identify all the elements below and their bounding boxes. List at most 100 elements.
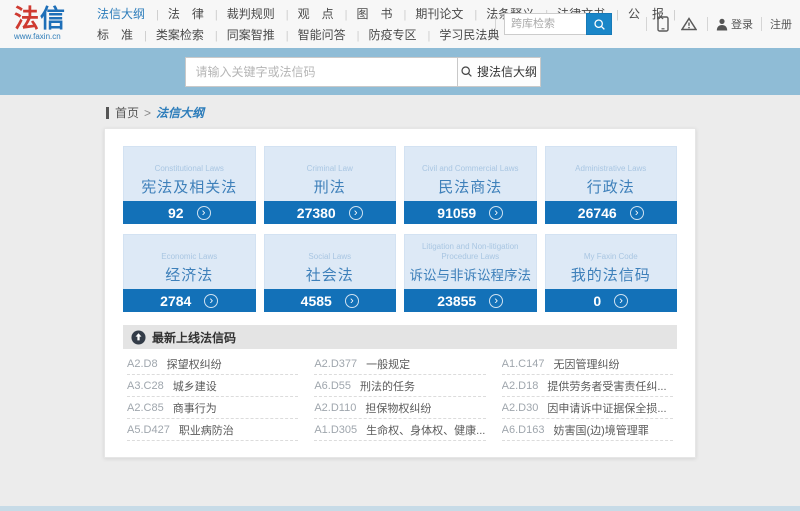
cross-db-search-input[interactable]: [504, 13, 586, 35]
nav-item-journal-papers[interactable]: 期刊论文: [394, 5, 465, 22]
divider: [761, 17, 762, 31]
category-count-bar[interactable]: 26746 ›: [544, 201, 677, 224]
code-id: A2.D377: [314, 357, 358, 370]
topbar-right-tools: 登录 注册: [487, 0, 792, 48]
code-title: 因申请诉中证据保全损...: [547, 402, 667, 415]
top-icon-group: 登录 注册: [638, 16, 792, 32]
nav-item-smart-qa[interactable]: 智能问答: [276, 26, 347, 43]
hero-search-band: 搜法信大纲: [0, 48, 800, 95]
arrow-right-icon[interactable]: ›: [204, 293, 219, 308]
divider: [495, 17, 496, 31]
card-procedure-laws[interactable]: Litigation and Non-litigation Procedure …: [404, 234, 537, 312]
code-id: A2.D30: [501, 401, 539, 414]
category-count: 23855: [437, 292, 477, 309]
login-button[interactable]: 登录: [716, 16, 753, 32]
outline-search-button-label: 搜法信大纲: [476, 65, 537, 79]
category-title: 宪法及相关法: [141, 179, 238, 196]
category-count: 2784: [160, 292, 192, 309]
arrow-right-icon[interactable]: ›: [489, 205, 504, 220]
category-count: 92: [167, 204, 184, 221]
category-english-label: Administrative Laws: [575, 164, 647, 173]
category-english-label: My Faxin Code: [583, 252, 638, 261]
nav-item-same-case-recommend[interactable]: 同案智推: [205, 26, 276, 43]
category-english-label: Criminal Law: [306, 164, 353, 173]
code-id: A3.C28: [127, 379, 164, 392]
list-item[interactable]: A3.C28 城乡建设: [127, 375, 299, 397]
card-civil-commercial-laws[interactable]: Civil and Commercial Laws 民法商法 91059 ›: [404, 146, 537, 224]
mobile-app-icon[interactable]: [655, 16, 671, 32]
card-my-faxin-code[interactable]: My Faxin Code 我的法信码 0 ›: [544, 234, 677, 312]
outline-search-button[interactable]: 搜法信大纲: [456, 56, 541, 87]
card-body: Administrative Laws 行政法: [544, 146, 677, 201]
register-button[interactable]: 注册: [770, 16, 792, 32]
category-count: 26746: [577, 204, 617, 221]
list-item[interactable]: A2.D8 探望权纠纷: [127, 353, 299, 375]
category-title: 民法商法: [438, 179, 503, 196]
category-count-bar[interactable]: 4585 ›: [263, 289, 396, 312]
breadcrumb-home-link[interactable]: 首页: [115, 104, 139, 121]
outline-search-input[interactable]: [184, 56, 457, 87]
list-item[interactable]: A1.D305 生命权、身体权、健康...: [314, 419, 486, 441]
category-title: 社会法: [305, 267, 354, 284]
list-item[interactable]: A6.D163 妨害国(边)境管理罪: [501, 419, 673, 441]
list-item[interactable]: A2.D110 担保物权纠纷: [314, 397, 486, 419]
arrow-right-icon[interactable]: ›: [489, 293, 504, 308]
nav-item-judgment-rules[interactable]: 裁判规则: [205, 5, 276, 22]
alert-icon[interactable]: [679, 17, 699, 31]
card-constitutional-laws[interactable]: Constitutional Laws 宪法及相关法 92 ›: [123, 146, 256, 224]
card-social-laws[interactable]: Social Laws 社会法 4585 ›: [263, 234, 396, 312]
card-body: Civil and Commercial Laws 民法商法: [404, 146, 537, 201]
category-english-label: Litigation and Non-litigation Procedure …: [421, 242, 519, 261]
category-english-label: Constitutional Laws: [154, 164, 224, 173]
list-item[interactable]: A2.C85 商事行为: [127, 397, 299, 419]
logo-url: www.faxin.cn: [14, 32, 61, 41]
category-count-bar[interactable]: 0 ›: [544, 289, 677, 312]
nav-item-viewpoints[interactable]: 观 点: [276, 5, 335, 22]
latest-codes-list: A2.D8 探望权纠纷 A2.D377 一般规定 A1.C147 无因管理纠纷 …: [123, 349, 677, 441]
nav-item-standards[interactable]: 标 准: [96, 26, 134, 43]
nav-item-epidemic-zone[interactable]: 防疫专区: [347, 26, 418, 43]
category-count: 4585: [300, 292, 332, 309]
list-item[interactable]: A1.C147 无因管理纠纷: [501, 353, 673, 375]
arrow-right-icon[interactable]: ›: [348, 205, 363, 220]
breadcrumb-separator: >: [144, 105, 152, 120]
category-count-bar[interactable]: 91059 ›: [404, 201, 537, 224]
code-id: A1.D305: [314, 423, 358, 436]
nav-item-law[interactable]: 法 律: [146, 5, 205, 22]
category-count-bar[interactable]: 23855 ›: [404, 289, 537, 312]
card-criminal-law[interactable]: Criminal Law 刑法 27380 ›: [263, 146, 396, 224]
list-item[interactable]: A5.D427 职业病防治: [127, 419, 299, 441]
main-panel: Constitutional Laws 宪法及相关法 92 › Criminal…: [104, 128, 696, 458]
category-title: 经济法: [165, 267, 214, 284]
faxin-logo[interactable]: 法信 www.faxin.cn: [14, 7, 84, 41]
arrow-right-icon[interactable]: ›: [629, 205, 644, 220]
nav-item-similar-case-search[interactable]: 类案检索: [134, 26, 205, 43]
card-body: Criminal Law 刑法: [263, 146, 396, 201]
cross-db-search-button[interactable]: [586, 13, 612, 35]
list-item[interactable]: A2.D30 因申请诉中证据保全损...: [501, 397, 673, 419]
code-id: A1.C147: [501, 357, 545, 370]
nav-item-faxin-outline[interactable]: 法信大纲: [96, 5, 146, 22]
category-count-bar[interactable]: 92 ›: [123, 201, 256, 224]
list-item[interactable]: A6.D55 刑法的任务: [314, 375, 486, 397]
card-administrative-laws[interactable]: Administrative Laws 行政法 26746 ›: [544, 146, 677, 224]
code-title: 一般规定: [366, 358, 411, 371]
category-english-label: Civil and Commercial Laws: [422, 164, 519, 173]
list-item[interactable]: A2.D18 提供劳务者受害责任纠...: [501, 375, 673, 397]
logo-char-red: 法: [14, 5, 41, 33]
category-count: 0: [593, 292, 602, 309]
code-title: 提供劳务者受害责任纠...: [547, 380, 667, 393]
divider: [646, 17, 647, 31]
category-count-bar[interactable]: 27380 ›: [263, 201, 396, 224]
arrow-right-icon[interactable]: ›: [196, 205, 211, 220]
arrow-right-icon[interactable]: ›: [344, 293, 359, 308]
top-header: 法信 www.faxin.cn 法信大纲 法 律 裁判规则 观 点 图 书 期刊…: [0, 0, 800, 48]
card-economic-laws[interactable]: Economic Laws 经济法 2784 ›: [123, 234, 256, 312]
category-count-bar[interactable]: 2784 ›: [123, 289, 256, 312]
list-item[interactable]: A2.D377 一般规定: [314, 353, 486, 375]
arrow-right-icon[interactable]: ›: [614, 293, 629, 308]
logo-text: 法信: [14, 7, 84, 32]
card-body: Economic Laws 经济法: [123, 234, 256, 289]
nav-item-books[interactable]: 图 书: [335, 5, 394, 22]
code-id: A6.D55: [314, 379, 352, 392]
